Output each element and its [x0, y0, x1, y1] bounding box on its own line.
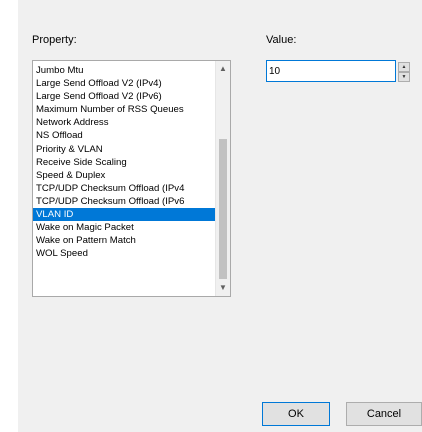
property-list-item[interactable]: Receive Side Scaling: [33, 156, 215, 169]
value-label: Value:: [266, 34, 297, 46]
property-list-item[interactable]: Wake on Magic Packet: [33, 221, 215, 234]
list-scrollbar[interactable]: ▲ ▼: [215, 61, 230, 296]
property-list-item[interactable]: Jumbo Mtu: [33, 64, 215, 77]
value-spinner[interactable]: ▲ ▼: [398, 62, 410, 82]
spin-down-arrow-icon[interactable]: ▼: [398, 72, 410, 82]
property-list-item[interactable]: Maximum Number of RSS Queues: [33, 103, 215, 116]
cancel-button[interactable]: Cancel: [346, 402, 422, 426]
property-list-items: Jumbo Mtu Large Send Offload V2 (IPv4) Lar…: [33, 64, 215, 260]
property-list-item[interactable]: TCP/UDP Checksum Offload (IPv4: [33, 182, 215, 195]
property-list-item[interactable]: Speed & Duplex: [33, 169, 215, 182]
scroll-down-arrow-icon[interactable]: ▼: [216, 280, 230, 296]
spin-up-arrow-icon[interactable]: ▲: [398, 62, 410, 72]
property-list-item[interactable]: Network Address: [33, 116, 215, 129]
property-list-item[interactable]: TCP/UDP Checksum Offload (IPv6: [33, 195, 215, 208]
scroll-thumb[interactable]: [219, 139, 227, 279]
scroll-up-arrow-icon[interactable]: ▲: [216, 61, 230, 77]
property-list-item[interactable]: VLAN ID: [33, 208, 215, 222]
property-list-item[interactable]: WOL Speed: [33, 247, 215, 260]
property-list-item[interactable]: Wake on Pattern Match: [33, 234, 215, 247]
property-list-item[interactable]: Large Send Offload V2 (IPv6): [33, 90, 215, 103]
property-list-item[interactable]: NS Offload: [33, 129, 215, 142]
property-list[interactable]: Jumbo Mtu Large Send Offload V2 (IPv4) Lar…: [32, 60, 231, 297]
value-field[interactable]: [266, 60, 396, 82]
ok-button[interactable]: OK: [262, 402, 330, 426]
value-input[interactable]: [269, 63, 381, 79]
property-list-item[interactable]: Large Send Offload V2 (IPv4): [33, 77, 215, 90]
property-list-item[interactable]: Priority & VLAN: [33, 143, 215, 156]
property-label: Property:: [32, 34, 77, 46]
